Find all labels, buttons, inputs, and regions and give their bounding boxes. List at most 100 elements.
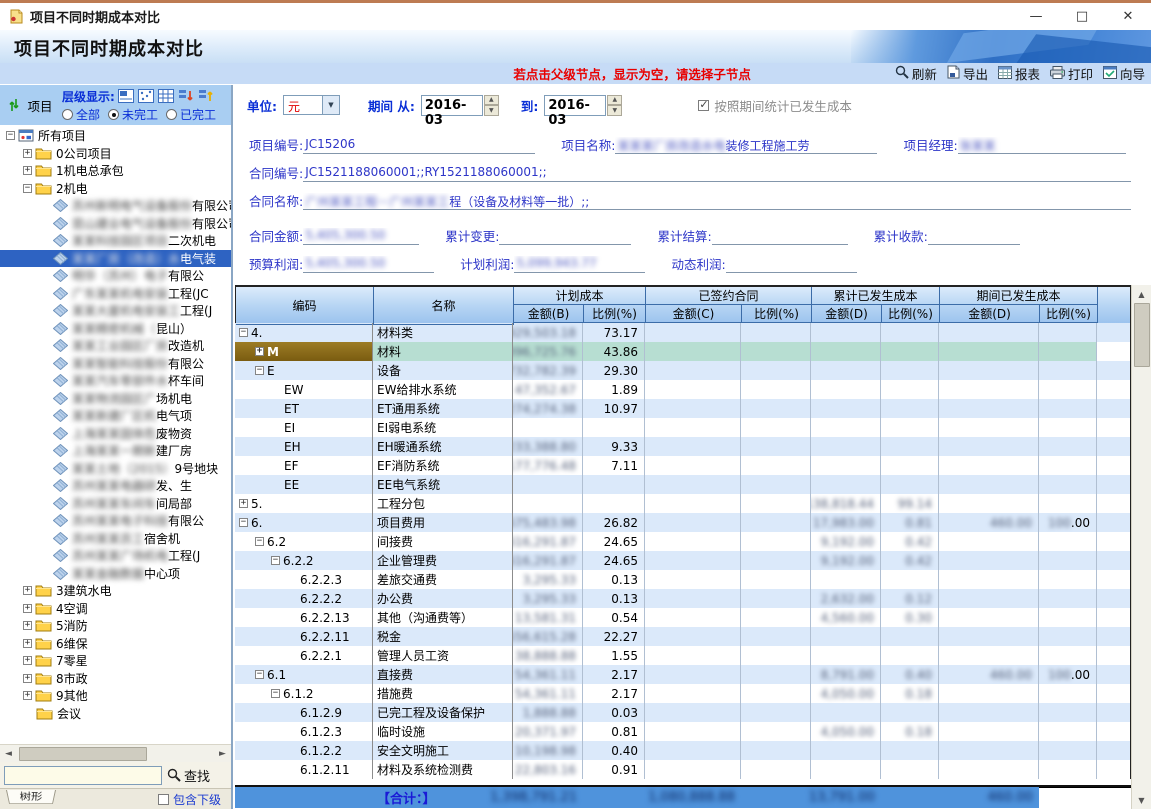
field-value[interactable] [499,228,631,245]
table-row[interactable]: EEEE电气系统 [235,475,1131,494]
code-cell[interactable]: 6.2.2.11 [235,627,373,646]
table-row[interactable]: −E设备732,782.3929.30 [235,361,1131,380]
scroll-up-arrow-icon[interactable]: ▲ [1132,285,1151,303]
code-cell[interactable]: EW [235,380,373,399]
collapse-icon[interactable]: − [255,670,264,679]
expand-icon[interactable]: + [255,347,264,356]
tree-item[interactable]: 苏州某某电子科技有限公 [0,512,231,530]
table-row[interactable]: −6.2间接费616,291.8724.659,192.000.42 [235,532,1131,551]
field-value[interactable]: 广州某某工程－广州某某工程（设备及材料等一批）;; [303,193,1131,210]
column-header-amount[interactable]: 金额(D) [812,305,882,323]
table-row[interactable]: 6.1.2.2安全文明施工10,198.980.40 [235,741,1131,760]
code-cell[interactable]: −6.2.2 [235,551,373,570]
expand-icon[interactable]: + [23,674,32,683]
tree-item[interactable]: 会议 [0,705,231,723]
table-vscroll-thumb[interactable] [1134,303,1150,367]
field-value[interactable] [712,228,848,245]
tree-item[interactable]: 苏州某某车间车间局部 [0,495,231,513]
group-header-label[interactable]: 期间已发生成本 [940,287,1098,305]
tree-item[interactable]: 苏州某某广场机电工程(J [0,547,231,565]
tree-item[interactable]: +7零星 [0,652,231,670]
expand-icon[interactable]: + [23,149,32,158]
tree-item[interactable]: +6维保 [0,635,231,653]
tree-item[interactable]: 明华（苏州）电子有限公 [0,267,231,285]
field-value[interactable]: 某某某厂房改造水电装修工程施工劳 [615,137,877,154]
table-row[interactable]: ETET通用系统274,274.3810.97 [235,399,1131,418]
code-cell[interactable]: 6.1.2.11 [235,760,373,779]
column-header-name[interactable]: 名称 [374,287,514,325]
tree-item[interactable]: 某某汽车零部件水杯车间 [0,372,231,390]
tree-search-input[interactable] [4,766,162,785]
expand-icon[interactable]: + [23,639,32,648]
table-row[interactable]: 6.2.2.2办公费3,295.330.132,632.000.12 [235,589,1131,608]
tree-item[interactable]: 苏州某某电器研发、生 [0,477,231,495]
toolbar-button-导出[interactable]: 导出 [947,64,988,83]
radio-dot[interactable] [62,109,73,120]
tree-item[interactable]: +0公司项目 [0,145,231,163]
code-cell[interactable]: +M [235,342,373,361]
column-header-ratio[interactable]: 比例(%) [1040,305,1098,323]
view-mode-2-button[interactable] [138,89,155,104]
field-value[interactable]: JC1521188060001;;RY1521188060001;; [303,165,1131,182]
tree-item[interactable]: +5消防 [0,617,231,635]
toolbar-button-打印[interactable]: 打印 [1050,64,1093,83]
collapse-icon[interactable]: − [255,537,264,546]
group-header-label[interactable]: 累计已发生成本 [812,287,940,305]
tree-item[interactable]: −所有项目 [0,127,231,145]
spin-up-icon[interactable]: ▲ [484,95,499,106]
collapse-icon[interactable]: − [23,184,32,193]
tree-item[interactable]: 某某智能科技股份有限公 [0,355,231,373]
tree-item[interactable]: 广东某某机电安装工程(JC [0,285,231,303]
code-cell[interactable]: −6.1.2 [235,684,373,703]
chevron-down-icon[interactable]: ▼ [322,96,339,114]
view-mode-3-button[interactable] [158,89,175,104]
code-cell[interactable]: EH [235,437,373,456]
period-from-spinner[interactable]: 2016-03 ▲▼ [421,95,499,116]
code-cell[interactable]: 6.2.2.2 [235,589,373,608]
tree-item[interactable]: 某某科技园区项目二次机电 [0,232,231,250]
tab-tree-view[interactable]: 树形 [6,790,56,804]
tree-item[interactable]: −2机电 [0,180,231,198]
table-row[interactable]: 6.2.2.13其他（沟通费等）13,581.310.544,560.000.3… [235,608,1131,627]
group-header-label[interactable]: 已签约合同 [646,287,812,305]
code-cell[interactable]: +5. [235,494,373,513]
expand-icon[interactable]: + [23,621,32,630]
toolbar-button-刷新[interactable]: 刷新 [895,64,937,83]
scroll-right-arrow-icon[interactable]: ► [214,745,231,762]
collapse-icon[interactable]: − [255,366,264,375]
tree-item[interactable]: 上海某某固体危废物资 [0,425,231,443]
tree-horizontal-scrollbar[interactable]: ◄ ► [0,744,231,762]
column-header-ratio[interactable]: 比例(%) [742,305,812,323]
collapse-icon[interactable]: − [271,556,280,565]
expand-icon[interactable]: + [23,586,32,595]
group-header-label[interactable]: 计划成本 [514,287,646,305]
code-cell[interactable]: −4. [235,323,373,342]
code-cell[interactable]: EI [235,418,373,437]
tree-item[interactable]: +8市政 [0,670,231,688]
table-row[interactable]: EIEI弱电系统 [235,418,1131,437]
code-cell[interactable]: EE [235,475,373,494]
code-cell[interactable]: 6.1.2.3 [235,722,373,741]
stat-by-period-checkbox-box[interactable] [698,100,709,111]
code-cell[interactable]: EF [235,456,373,475]
collapse-icon[interactable]: − [6,131,15,140]
close-button[interactable]: ✕ [1105,3,1151,30]
collapse-icon[interactable]: − [239,518,248,527]
column-header-code[interactable]: 编码 [236,287,374,325]
tree-item[interactable]: 苏州新明电气设备股份有限公司 [0,197,231,215]
include-sublevel-checkbox-box[interactable] [158,794,169,805]
tree-item[interactable]: +9其他 [0,687,231,705]
tree-item[interactable]: 某某大厦机电安装工工程(J [0,302,231,320]
table-row[interactable]: EHEH暖通系统233,388.809.33 [235,437,1131,456]
column-header-ratio[interactable]: 比例(%) [584,305,646,323]
table-row[interactable]: 6.1.2.11材料及系统检测费22,803.160.91 [235,760,1131,779]
spin-up-icon[interactable]: ▲ [607,95,622,106]
stat-by-period-checkbox[interactable]: 按照期间统计已发生成本 [698,96,852,115]
toolbar-button-向导[interactable]: 向导 [1103,64,1145,83]
field-value[interactable]: JC15206 [303,137,535,154]
table-row[interactable]: −6.项目费用675,483.9826.8217,983.000.81460.0… [235,513,1131,532]
tree-item[interactable]: 某某精密机械（昆山） [0,320,231,338]
refresh-tree-icon[interactable] [9,98,19,112]
scroll-left-arrow-icon[interactable]: ◄ [0,745,17,762]
expand-icon[interactable]: + [23,691,32,700]
